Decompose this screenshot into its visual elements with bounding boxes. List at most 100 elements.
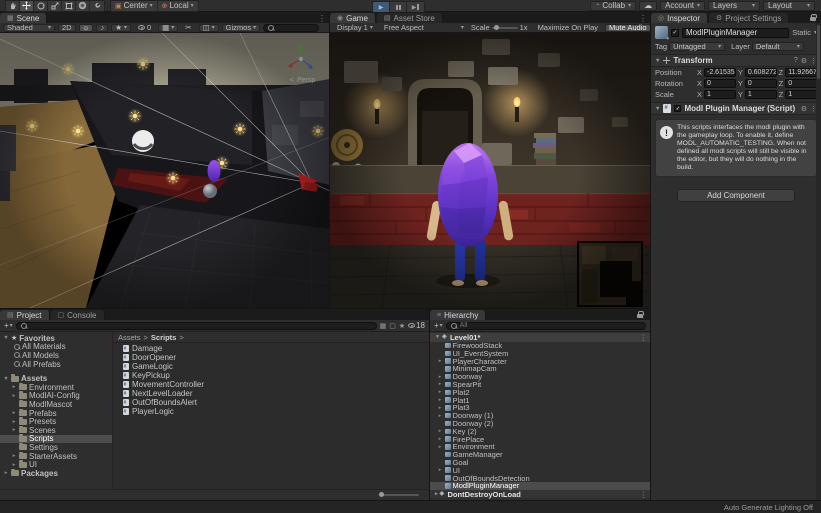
folder-item-modlai-config[interactable]: ▸ModlAI-Config bbox=[0, 392, 112, 401]
layout-dropdown[interactable]: Layout▾ bbox=[763, 1, 815, 11]
scale-z-field[interactable]: 1 bbox=[785, 90, 817, 99]
favorite-star-icon[interactable]: ★ bbox=[399, 322, 405, 330]
asset-file-nextlevelloader[interactable]: NextLevelLoader bbox=[123, 389, 429, 398]
foldout-arrow-icon[interactable]: ▸ bbox=[11, 427, 17, 433]
scene-header-row[interactable]: ▼ ◈ Level01* ⋮ bbox=[430, 333, 650, 342]
foldout-arrow-icon[interactable]: ▸ bbox=[11, 384, 17, 390]
favorite-item-all-materials[interactable]: All Materials bbox=[0, 343, 112, 352]
game-menu-icon[interactable]: ⋮ bbox=[639, 14, 647, 23]
step-button[interactable]: ▶ bbox=[407, 2, 424, 12]
script-component-header[interactable]: ▼ ✓ Modl Plugin Manager (Script) ⚙⋮ bbox=[651, 103, 821, 115]
breadcrumb-current[interactable]: Scripts bbox=[151, 333, 176, 342]
rect-tool-button[interactable] bbox=[62, 1, 76, 11]
scale-thumb[interactable] bbox=[494, 25, 499, 30]
2d-toggle[interactable]: 2D bbox=[58, 24, 76, 32]
layer-dropdown[interactable]: Default▾ bbox=[752, 42, 804, 51]
play-button[interactable]: ▶ bbox=[373, 2, 390, 12]
folder-item-scenes[interactable]: ▸Scenes bbox=[0, 426, 112, 435]
collab-dropdown[interactable]: ◔ Collab ▾ bbox=[590, 1, 636, 11]
pause-button[interactable] bbox=[390, 2, 407, 12]
foldout-arrow-icon[interactable]: ▸ bbox=[437, 405, 443, 411]
tab-console[interactable]: ▢ Console bbox=[51, 310, 105, 320]
folder-item-scripts[interactable]: Scripts bbox=[0, 435, 112, 444]
asset-file-outofboundsalert[interactable]: OutOfBoundsAlert bbox=[123, 398, 429, 407]
foldout-arrow-icon[interactable]: ▸ bbox=[437, 428, 443, 434]
handle-rotation-button[interactable]: ⊕ Local ▾ bbox=[158, 1, 198, 11]
inspector-scrollbar[interactable] bbox=[816, 23, 821, 500]
foldout-arrow-icon[interactable]: ▸ bbox=[11, 393, 17, 399]
hierarchy-lock-icon[interactable] bbox=[637, 311, 638, 320]
scale-track[interactable] bbox=[492, 27, 518, 29]
tab-inspector[interactable]: ◎ Inspector bbox=[651, 13, 708, 23]
shading-mode-dropdown[interactable]: Shaded▾ bbox=[3, 24, 55, 32]
foldout-arrow-icon[interactable]: ▸ bbox=[437, 381, 443, 387]
favorite-item-all-models[interactable]: All Models bbox=[0, 351, 112, 360]
scene-visibility-toggle[interactable]: 0 bbox=[134, 24, 155, 32]
account-dropdown[interactable]: Account▾ bbox=[660, 1, 705, 11]
dontdestroy-header-row[interactable]: ▸ ◈ DontDestroyOnLoad ⋮ bbox=[430, 490, 650, 499]
folder-item-settings[interactable]: Settings bbox=[0, 443, 112, 452]
folder-item-prefabs[interactable]: ▸Prefabs bbox=[0, 409, 112, 418]
asset-file-playerlogic[interactable]: PlayerLogic bbox=[123, 407, 429, 416]
static-label[interactable]: Static bbox=[792, 28, 811, 37]
assets-root[interactable]: ▼ Assets bbox=[0, 374, 112, 383]
package-visibility-icon[interactable]: ▦ bbox=[380, 322, 387, 330]
move-tool-button[interactable] bbox=[20, 1, 34, 11]
tab-game[interactable]: ◉ Game bbox=[330, 13, 376, 23]
gameobject-icon[interactable] bbox=[655, 26, 668, 39]
hierarchy-search[interactable] bbox=[446, 322, 646, 330]
scale-y-field[interactable]: 1 bbox=[745, 90, 777, 99]
scene-options-icon[interactable]: ⋮ bbox=[640, 333, 648, 342]
icon-size-slider[interactable] bbox=[379, 494, 419, 496]
favorite-item-all-prefabs[interactable]: All Prefabs bbox=[0, 360, 112, 369]
inspector-menu-icon[interactable]: ⋮ bbox=[810, 14, 818, 23]
scene-gizmos-dropdown[interactable]: Gizmos▾ bbox=[222, 24, 260, 32]
preset-gear-icon[interactable]: ⚙ bbox=[801, 57, 807, 65]
asset-file-damage[interactable]: Damage bbox=[123, 344, 429, 353]
folder-item-modlmascot[interactable]: ModlMascot bbox=[0, 400, 112, 409]
asset-file-movementcontroller[interactable]: MovementController bbox=[123, 380, 429, 389]
preset-gear-icon[interactable]: ⚙ bbox=[801, 105, 807, 113]
hierarchy-item-goal[interactable]: Goal bbox=[430, 459, 650, 467]
layers-dropdown[interactable]: Layers▾ bbox=[708, 1, 760, 11]
foldout-arrow-icon[interactable]: ▸ bbox=[437, 436, 443, 442]
position-z-field[interactable]: 11.92667 bbox=[785, 68, 817, 77]
rotate-tool-button[interactable] bbox=[34, 1, 48, 11]
create-object-button[interactable]: +▾ bbox=[434, 321, 443, 330]
folder-item-ui[interactable]: ▸UI bbox=[0, 460, 112, 469]
folder-item-presets[interactable]: ▸Presets bbox=[0, 417, 112, 426]
foldout-arrow-icon[interactable]: ▸ bbox=[437, 358, 443, 364]
project-search-input[interactable] bbox=[30, 322, 372, 329]
game-scale-slider[interactable]: Scale 1x bbox=[471, 23, 528, 32]
foldout-arrow-icon[interactable]: ▸ bbox=[437, 413, 443, 419]
tab-hierarchy[interactable]: ≡ Hierarchy bbox=[430, 310, 486, 320]
foldout-arrow-icon[interactable]: ▸ bbox=[11, 462, 17, 468]
hierarchy-search-input[interactable] bbox=[460, 322, 641, 329]
scene-options-icon[interactable]: ⋮ bbox=[640, 490, 648, 499]
camera-dropdown[interactable]: ◫▾ bbox=[199, 24, 219, 32]
asset-file-dooropener[interactable]: DoorOpener bbox=[123, 353, 429, 362]
game-viewport[interactable] bbox=[330, 33, 650, 308]
scene-audio-toggle[interactable]: ♪ bbox=[96, 24, 108, 32]
asset-file-gamelogic[interactable]: GameLogic bbox=[123, 362, 429, 371]
foldout-arrow-icon[interactable]: ▸ bbox=[437, 467, 443, 473]
tab-asset-store[interactable]: ▤ Asset Store bbox=[377, 13, 443, 23]
hand-tool-button[interactable] bbox=[6, 1, 20, 11]
hierarchy-menu-icon[interactable]: ⋮ bbox=[639, 311, 647, 320]
scale-x-field[interactable]: 1 bbox=[704, 90, 736, 99]
pivot-mode-button[interactable]: ▣ Center ▾ bbox=[111, 1, 158, 11]
effects-dropdown[interactable]: ★▾ bbox=[111, 24, 131, 32]
scene-lighting-toggle[interactable]: ☼ bbox=[79, 24, 94, 32]
gameobject-name-field[interactable] bbox=[682, 28, 789, 38]
label-icon[interactable]: ▢ bbox=[389, 322, 396, 330]
tab-project[interactable]: ▤ Project bbox=[0, 310, 50, 320]
lighting-status[interactable]: Auto Generate Lighting Off bbox=[724, 503, 813, 512]
add-component-button[interactable]: Add Component bbox=[677, 189, 795, 202]
foldout-arrow-icon[interactable]: ▸ bbox=[11, 410, 17, 416]
rotation-z-field[interactable]: 0 bbox=[785, 79, 817, 88]
foldout-arrow-icon[interactable]: ▸ bbox=[437, 389, 443, 395]
component-tools-button[interactable]: ✂ bbox=[181, 24, 195, 32]
maximize-on-play-toggle[interactable]: Maximize On Play bbox=[534, 24, 602, 32]
favorites-header[interactable]: ▼ ★ Favorites bbox=[0, 334, 112, 343]
project-search[interactable] bbox=[16, 322, 377, 330]
